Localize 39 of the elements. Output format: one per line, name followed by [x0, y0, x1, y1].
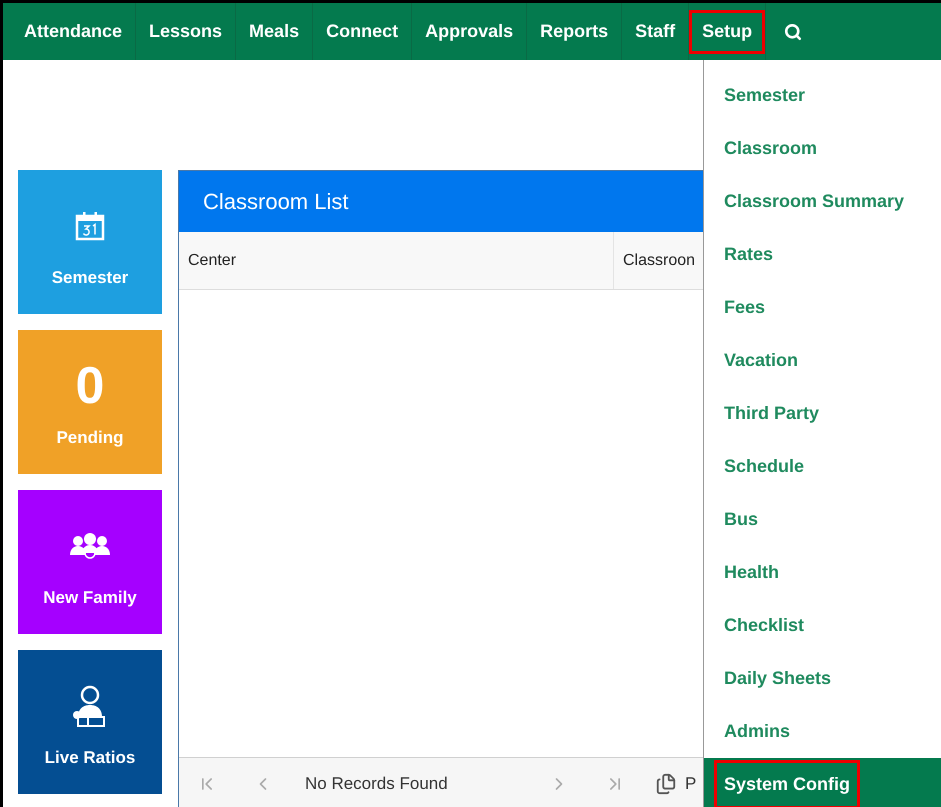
nav-tab[interactable]: Approvals — [412, 10, 526, 54]
family-icon — [69, 533, 111, 560]
nav-tab[interactable]: Meals — [236, 10, 312, 54]
nav-tab[interactable]: Staff — [622, 10, 688, 54]
tile-label: Pending — [56, 427, 124, 450]
page-size-label: P — [685, 772, 696, 795]
nav-tab[interactable]: Attendance — [11, 10, 136, 54]
nav-tab[interactable]: Connect — [313, 10, 412, 54]
menu-item[interactable]: Vacation — [704, 334, 941, 387]
dashboard-tile[interactable]: New Family — [18, 490, 162, 634]
tile-label: Semester — [52, 267, 128, 290]
menu-item[interactable]: Daily Sheets — [704, 652, 941, 705]
nav-tab[interactable]: Lessons — [136, 10, 236, 54]
pager-status: No Records Found — [304, 772, 449, 795]
panel-title: Classroom List — [203, 188, 348, 216]
pending-count: 0 — [76, 360, 104, 412]
menu-item[interactable]: Third Party — [704, 387, 941, 440]
tile-label: New Family — [43, 587, 137, 610]
menu-item[interactable]: Classroom Summary — [704, 175, 941, 228]
calendar-icon — [75, 211, 105, 242]
menu-item[interactable]: System Config — [704, 758, 941, 807]
menu-item[interactable]: Semester — [704, 69, 941, 122]
menu-item[interactable]: Classroom — [704, 122, 941, 175]
menu-item[interactable]: Schedule — [704, 440, 941, 493]
nav-tab[interactable]: Reports — [527, 10, 622, 54]
menu-item[interactable]: Bus — [704, 493, 941, 546]
tile-label: Live Ratios — [44, 747, 136, 770]
menu-item[interactable]: Rates — [704, 228, 941, 281]
search-icon — [784, 22, 802, 40]
pages-icon — [655, 772, 677, 794]
teacher-icon — [72, 685, 108, 728]
menu-item[interactable]: Fees — [704, 281, 941, 334]
dashboard-tile[interactable]: Semester — [18, 170, 162, 314]
menu-item[interactable]: Admins — [704, 705, 941, 758]
column-header[interactable]: Center — [179, 232, 614, 289]
menu-item[interactable]: Health — [704, 546, 941, 599]
menu-item[interactable]: Checklist — [704, 599, 941, 652]
dashboard-tile[interactable]: Live Ratios — [18, 650, 162, 794]
nav-tab[interactable]: Setup — [689, 10, 766, 54]
